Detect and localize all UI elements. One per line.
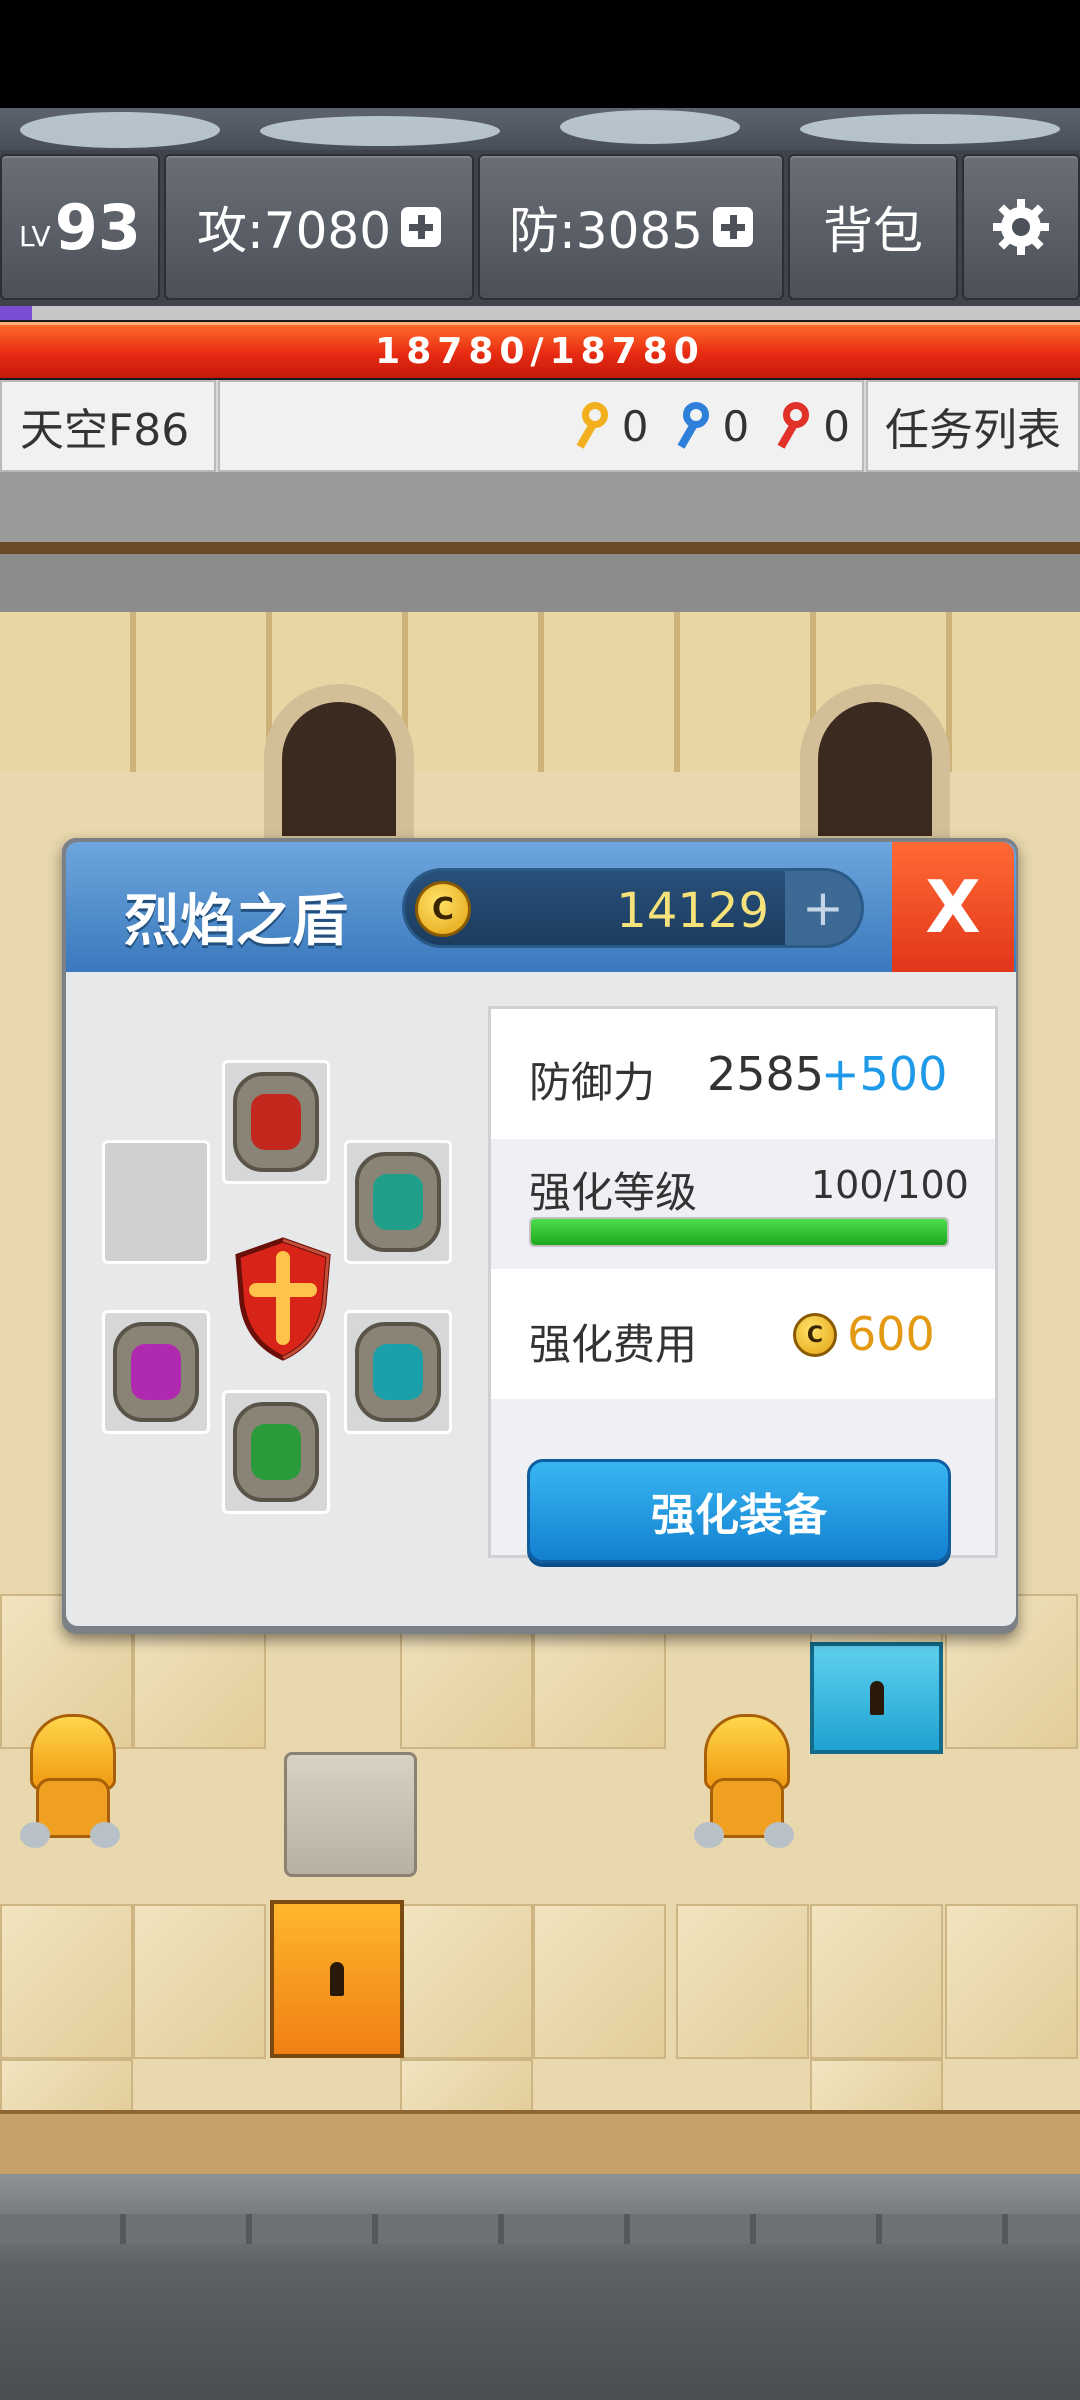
gear-icon (993, 199, 1049, 255)
gem-slot-bottom[interactable] (222, 1390, 330, 1514)
defense-label: 防御力 (529, 1058, 656, 1107)
red-key-icon (775, 400, 819, 452)
floor-tile (533, 1904, 666, 2059)
gem-slot-right-lower[interactable] (344, 1310, 452, 1434)
yellow-key-icon (574, 400, 618, 452)
red-rune-gem-icon (233, 1072, 319, 1172)
hp-bar: 18780/18780 (0, 322, 1080, 378)
floor-label: 天空F86 (0, 380, 216, 472)
enhance-progress-bar (529, 1217, 949, 1247)
bag-label: 背包 (823, 202, 923, 260)
archway (800, 684, 950, 854)
keys-panel: 0 0 0 (218, 380, 864, 472)
item-name: 烈焰之盾 (124, 889, 348, 954)
status-bar (0, 0, 1080, 108)
floor-name: 天空F86 (20, 405, 190, 456)
defense-stat[interactable]: 防:3085 (478, 154, 784, 300)
footprint-tile[interactable] (284, 1752, 417, 1877)
divider-band (0, 472, 1080, 542)
board-top-wall (0, 554, 1080, 612)
teal-rune-gem-icon (355, 1152, 441, 1252)
enhance-button-label: 强化装备 (651, 1490, 827, 1541)
enhance-cost-label: 强化费用 (529, 1320, 698, 1369)
gem-slot-top[interactable] (222, 1060, 330, 1184)
yellow-key-count: 0 (621, 401, 649, 451)
green-rune-gem-icon (233, 1402, 319, 1502)
gold-value: 14129 (616, 883, 769, 939)
enhance-level-value: 100/100 (811, 1163, 969, 1207)
close-icon: X (925, 865, 981, 949)
purple-rune-gem-icon (113, 1322, 199, 1422)
attack-stat[interactable]: 攻:7080 (164, 154, 474, 300)
board-bottom-trim (0, 2110, 1080, 2174)
attack-value: 攻:7080 (196, 202, 392, 260)
level-prefix: LV (19, 219, 51, 253)
red-key-count: 0 (823, 401, 850, 451)
floor-tile (676, 1904, 809, 2059)
dialog-header: 烈焰之盾 C 14129 + (66, 842, 1016, 972)
keyhole-icon (869, 1681, 884, 1715)
level-value: 93 (54, 190, 141, 264)
enhance-equipment-button[interactable]: 强化装备 (527, 1459, 951, 1563)
divider-trim (0, 542, 1080, 554)
archway (264, 684, 414, 854)
flame-shield-icon (235, 1237, 331, 1361)
keyhole-icon (330, 1962, 344, 1996)
defense-bonus-value: +500 (821, 1047, 948, 1101)
stats-panel: 防御力 2585 +500 强化等级 100/100 强化费用 C 600 强化… (488, 1006, 998, 1563)
defense-plus-icon[interactable] (713, 207, 754, 247)
floor-tile (133, 1904, 266, 2059)
blue-door[interactable] (810, 1642, 943, 1754)
brick-row (0, 612, 1080, 702)
bottom-wall (0, 2174, 1080, 2400)
enhance-level-row: 强化等级 100/100 (491, 1139, 995, 1269)
gem-slot-left-lower[interactable] (102, 1310, 210, 1434)
exp-bar (0, 306, 1080, 320)
defense-base-value: 2585 (707, 1047, 825, 1101)
settings-button[interactable] (962, 154, 1080, 300)
gold-balance: C 14129 + (402, 868, 864, 948)
bag-button[interactable]: 背包 (788, 154, 958, 300)
guard-warrior-sprite[interactable] (684, 1704, 804, 1854)
defense-row: 防御力 2585 +500 (491, 1009, 995, 1139)
info-row: 天空F86 0 0 0 任务列表 (0, 380, 1080, 472)
equipment-dialog: 烈焰之盾 C 14129 + X 防御力 2585 +500 强化等级 100/… (62, 838, 1018, 1634)
add-gold-button[interactable]: + (785, 871, 861, 945)
dialog-body: 防御力 2585 +500 强化等级 100/100 强化费用 C 600 强化… (66, 972, 1016, 1626)
enhance-cost-row: 强化费用 C 600 (491, 1269, 995, 1399)
exp-bar-fill (0, 306, 32, 320)
gem-slot-right-upper[interactable] (344, 1140, 452, 1264)
enhance-cost-value: 600 (847, 1307, 935, 1361)
cyan-rune-gem-icon (355, 1322, 441, 1422)
cloud-strip (0, 108, 1080, 156)
defense-value: 防:3085 (508, 202, 704, 260)
quest-list-button[interactable]: 任务列表 (866, 380, 1080, 472)
quest-list-label: 任务列表 (885, 405, 1061, 456)
close-button[interactable]: X (892, 842, 1014, 972)
floor-tile (400, 1904, 533, 2059)
floor-tile (810, 1904, 943, 2059)
hud-bar: LV 93 攻:7080 防:3085 背包 (0, 150, 1080, 306)
gold-coin-icon: C (793, 1313, 837, 1357)
floor-tile (945, 1904, 1078, 2059)
blue-key-count: 0 (722, 401, 750, 451)
hp-value: 18780/18780 (375, 331, 705, 372)
empty-gem-slot[interactable] (102, 1140, 210, 1264)
attack-plus-icon[interactable] (401, 207, 442, 247)
enhance-level-label: 强化等级 (529, 1168, 698, 1217)
yellow-door[interactable] (270, 1900, 404, 2058)
blue-key-icon (675, 400, 719, 452)
level-display: LV 93 (0, 154, 160, 300)
enhance-progress-fill (531, 1219, 947, 1245)
guard-warrior-sprite[interactable] (10, 1704, 130, 1854)
floor-tile (0, 1904, 133, 2059)
gold-coin-icon: C (415, 881, 471, 937)
